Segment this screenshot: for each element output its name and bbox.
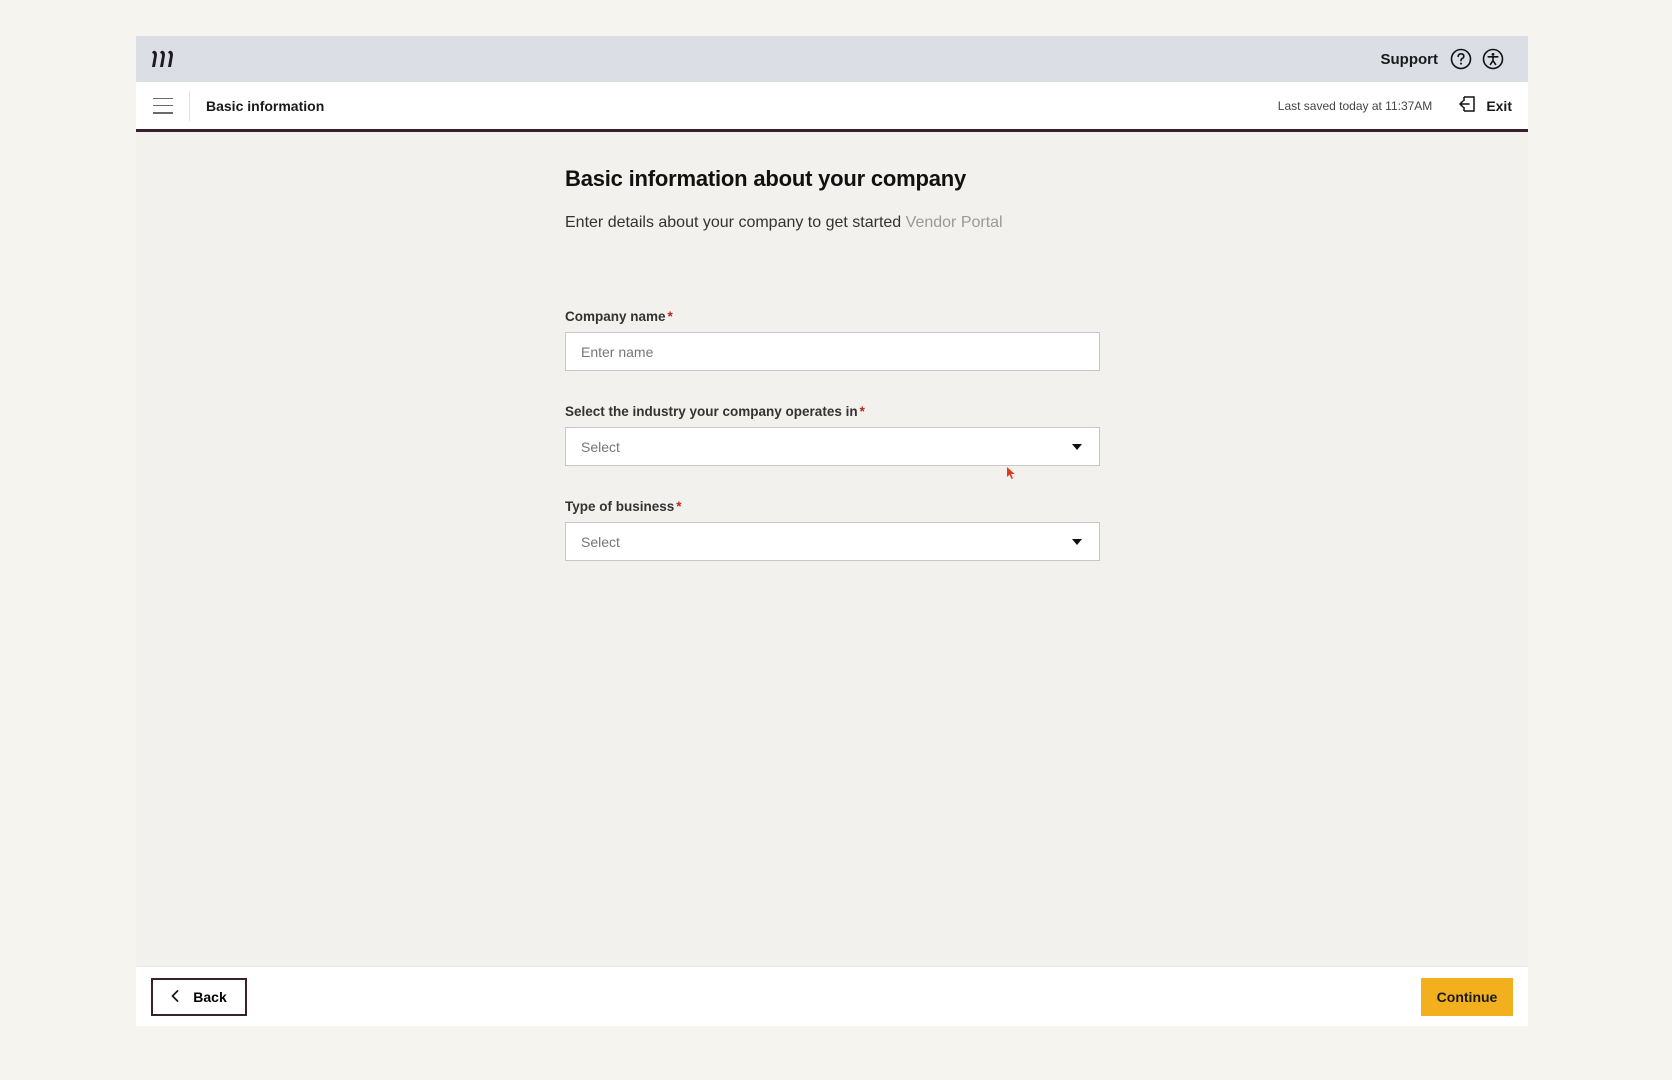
back-button[interactable]: Back: [151, 977, 247, 1016]
main-content: Basic information about your company Ent…: [136, 132, 1528, 966]
industry-select-value: Select: [581, 438, 620, 455]
last-saved-status: Last saved today at 11:37AM: [1277, 98, 1433, 113]
back-label: Back: [193, 988, 227, 1005]
business-type-select[interactable]: Select: [565, 522, 1100, 561]
mouse-cursor-icon: [1007, 467, 1015, 479]
app-frame: Support Basic information Last saved tod…: [136, 36, 1528, 1026]
top-bar: Support: [136, 36, 1528, 82]
support-label[interactable]: Support: [1381, 51, 1439, 68]
exit-icon: [1458, 95, 1476, 116]
company-name-label: Company name *: [565, 309, 673, 324]
continue-button[interactable]: Continue: [1421, 977, 1513, 1016]
exit-label: Exit: [1486, 97, 1512, 114]
page-subtitle-ghost: Vendor Portal: [905, 214, 1003, 231]
page-subtitle-text: Enter details about your company to get …: [565, 214, 902, 231]
hamburger-menu-icon[interactable]: [153, 97, 173, 114]
brand-logo-icon[interactable]: [150, 36, 176, 82]
company-name-placeholder: Enter name: [581, 343, 654, 360]
business-type-select-value: Select: [581, 533, 620, 550]
page-title: Basic information about your company: [565, 166, 967, 191]
question-circle-icon[interactable]: [1450, 48, 1472, 70]
sub-header: Basic information Last saved today at 11…: [136, 82, 1528, 132]
chevron-left-icon: [171, 989, 179, 1005]
business-type-label: Type of business *: [565, 499, 682, 514]
industry-select[interactable]: Select: [565, 427, 1100, 466]
exit-button[interactable]: Exit: [1458, 95, 1512, 116]
section-title: Basic information: [206, 97, 325, 114]
accessibility-icon[interactable]: [1482, 48, 1504, 70]
industry-field: Select the industry your company operate…: [565, 404, 1100, 466]
company-name-field: Company name * Enter name: [565, 309, 1100, 371]
page-subtitle: Enter details about your company to get …: [565, 214, 1100, 232]
chevron-down-icon: [1072, 538, 1082, 545]
divider: [189, 90, 190, 121]
company-name-input[interactable]: Enter name: [565, 332, 1100, 371]
chevron-down-icon: [1072, 443, 1082, 450]
business-type-field: Type of business * Select: [565, 499, 1100, 561]
industry-label: Select the industry your company operate…: [565, 404, 865, 419]
company-form: Basic information about your company Ent…: [565, 166, 1100, 561]
footer-bar: Back Continue: [136, 966, 1528, 1026]
